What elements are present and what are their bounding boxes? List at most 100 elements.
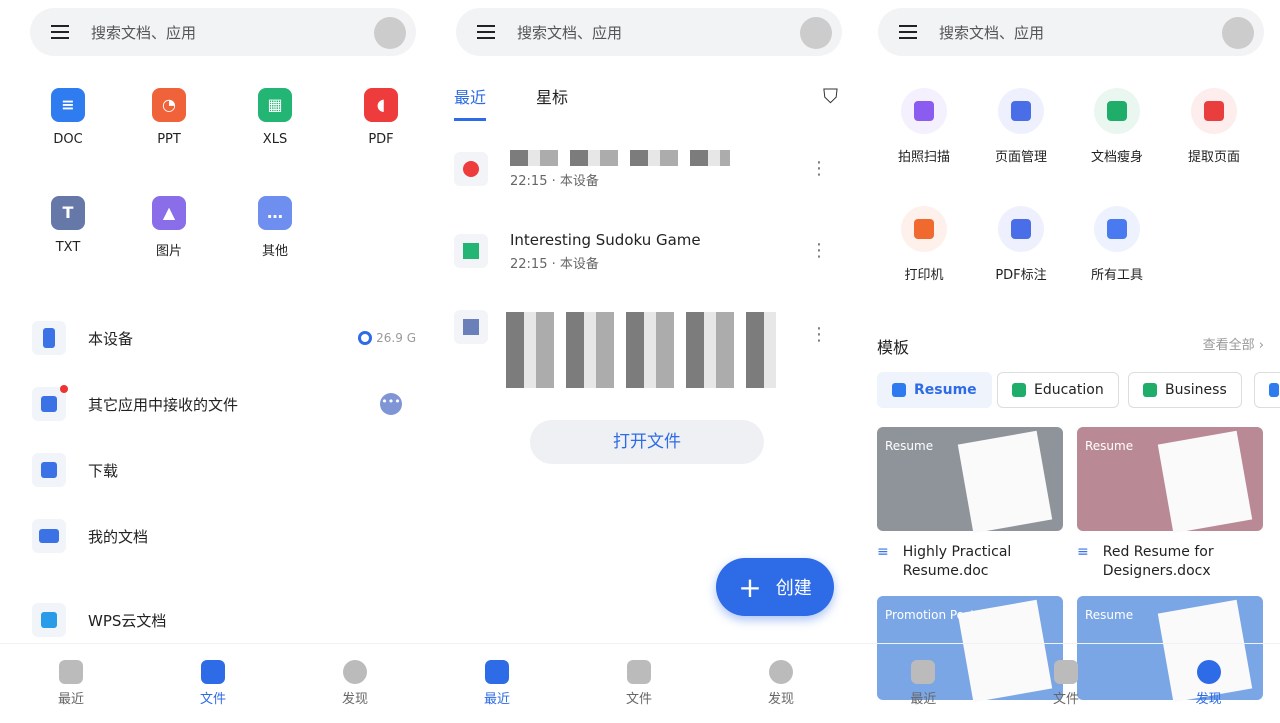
- file-type-1[interactable]: ◔ PPT: [129, 88, 209, 147]
- file-item[interactable]: 22:15 · 本设备 ⋮: [454, 144, 838, 194]
- file-type-icon: T: [51, 196, 85, 230]
- file-type-4[interactable]: T TXT: [28, 196, 108, 255]
- recent-icon: [911, 660, 936, 684]
- file-type-label: 图片: [155, 244, 182, 259]
- business-icon: [1143, 383, 1157, 397]
- file-item[interactable]: ⋮: [454, 310, 838, 390]
- redacted-preview: [506, 312, 776, 388]
- open-file-button[interactable]: 打开文件: [530, 420, 764, 464]
- search-bar[interactable]: 搜索文档、应用: [30, 8, 416, 56]
- more-options-icon[interactable]: ⋮: [810, 158, 828, 179]
- location-wps-cloud[interactable]: WPS云文档: [32, 600, 416, 640]
- pdf-file-icon: [454, 152, 488, 186]
- tool-label: 拍照扫描: [897, 150, 950, 165]
- document-preview: [957, 430, 1053, 534]
- discover-screen: 搜索文档、应用 拍照扫描 页面管理 文档瘦身 提取页面 打印机 PDF标注 所有工具 模板 …: [852, 0, 1280, 723]
- template-card[interactable]: Resume ≡ Highly Practical Resume.doc: [877, 427, 1063, 581]
- compass-icon: [343, 660, 367, 684]
- recent-tabs: 最近 星标: [454, 84, 568, 121]
- nav-label: 文件: [199, 692, 226, 707]
- file-type-label: TXT: [55, 240, 81, 255]
- chip-more[interactable]: [1254, 372, 1280, 408]
- menu-icon[interactable]: [51, 25, 69, 39]
- tool-0[interactable]: 拍照扫描: [876, 88, 972, 165]
- recent-icon: [485, 660, 509, 684]
- location-label: 其它应用中接收的文件: [88, 395, 239, 414]
- location-received[interactable]: 其它应用中接收的文件 •••: [32, 384, 416, 424]
- plus-icon: +: [738, 570, 762, 604]
- tool-label: 页面管理: [994, 150, 1047, 165]
- file-meta: 22:15 · 本设备: [510, 256, 599, 272]
- template-name: Red Resume for Designers.docx: [1102, 544, 1214, 579]
- file-type-3[interactable]: ◖ PDF: [341, 88, 421, 147]
- files-icon: [201, 660, 225, 684]
- avatar[interactable]: [374, 17, 406, 49]
- nav-recent[interactable]: 最近: [31, 660, 111, 707]
- file-type-icon: ▲: [152, 196, 186, 230]
- tool-6[interactable]: 所有工具: [1069, 206, 1165, 283]
- received-icon: [32, 385, 68, 421]
- template-thumbnail: Resume: [1077, 427, 1263, 534]
- nav-label: 最近: [483, 692, 510, 707]
- compass-icon: [769, 660, 793, 684]
- filter-icon[interactable]: ⛉: [823, 84, 838, 108]
- tool-2[interactable]: 文档瘦身: [1069, 88, 1165, 165]
- nav-files[interactable]: 文件: [1026, 660, 1106, 707]
- cloud-cube-icon: [32, 603, 66, 637]
- file-item[interactable]: Interesting Sudoku Game 22:15 · 本设备 ⋮: [454, 226, 838, 276]
- nav-discover[interactable]: 发现: [1169, 660, 1249, 707]
- location-label: 我的文档: [88, 527, 149, 546]
- resume-icon: [892, 383, 906, 397]
- create-button[interactable]: + 创建: [716, 558, 834, 616]
- thumbnail-title: Resume: [1085, 608, 1134, 622]
- avatar[interactable]: [800, 17, 832, 49]
- nav-files[interactable]: 文件: [173, 660, 253, 707]
- search-bar[interactable]: 搜索文档、应用: [878, 8, 1264, 56]
- search-bar[interactable]: 搜索文档、应用: [456, 8, 842, 56]
- nav-recent[interactable]: 最近: [883, 660, 963, 707]
- tool-4[interactable]: 打印机: [876, 206, 972, 283]
- more-icon[interactable]: •••: [380, 393, 402, 415]
- thumbnail-title: Resume: [885, 439, 934, 453]
- location-device[interactable]: 本设备 26.9 G: [32, 318, 416, 358]
- create-label: 创建: [775, 578, 812, 599]
- file-name: Interesting Sudoku Game: [510, 230, 701, 249]
- menu-icon[interactable]: [477, 25, 495, 39]
- tool-label: 所有工具: [1090, 268, 1143, 283]
- menu-icon[interactable]: [899, 25, 917, 39]
- chip-education[interactable]: Education: [997, 372, 1119, 408]
- xls-file-icon: [454, 234, 488, 268]
- nav-files[interactable]: 文件: [599, 660, 679, 707]
- nav-recent[interactable]: 最近: [457, 660, 537, 707]
- tab-recent[interactable]: 最近: [454, 84, 487, 121]
- file-type-label: XLS: [262, 132, 288, 147]
- chip-business[interactable]: Business: [1128, 372, 1242, 408]
- file-type-icon: ◖: [364, 88, 398, 122]
- chip-resume[interactable]: Resume: [877, 372, 992, 408]
- tool-3[interactable]: 提取页面: [1166, 88, 1262, 165]
- template-name: Highly Practical Resume.doc: [902, 544, 1012, 579]
- location-label: WPS云文档: [88, 611, 167, 630]
- more-options-icon[interactable]: ⋮: [810, 324, 828, 345]
- file-type-0[interactable]: ≡ DOC: [28, 88, 108, 147]
- tool-1[interactable]: 页面管理: [973, 88, 1069, 165]
- location-my-documents[interactable]: 我的文档: [32, 516, 416, 556]
- file-type-2[interactable]: ▦ XLS: [235, 88, 315, 147]
- thumbnail-title: Resume: [1085, 439, 1134, 453]
- file-type-5[interactable]: ▲ 图片: [129, 196, 209, 259]
- nav-discover[interactable]: 发现: [315, 660, 395, 707]
- nav-discover[interactable]: 发现: [741, 660, 821, 707]
- view-all-link[interactable]: 查看全部 ›: [1203, 334, 1264, 353]
- tool-5[interactable]: PDF标注: [973, 206, 1069, 283]
- received-file-icon: [454, 310, 488, 344]
- chip-label: Resume: [914, 382, 977, 398]
- avatar[interactable]: [1222, 17, 1254, 49]
- more-options-icon[interactable]: ⋮: [810, 240, 828, 261]
- location-downloads[interactable]: 下载: [32, 450, 416, 490]
- tool-label: 提取页面: [1187, 150, 1240, 165]
- bottom-nav: 最近 文件 发现: [852, 643, 1280, 723]
- tab-starred[interactable]: 星标: [536, 84, 568, 121]
- file-type-6[interactable]: … 其他: [235, 196, 315, 259]
- template-card[interactable]: Resume ≡ Red Resume for Designers.docx: [1077, 427, 1263, 581]
- search-placeholder: 搜索文档、应用: [91, 23, 197, 42]
